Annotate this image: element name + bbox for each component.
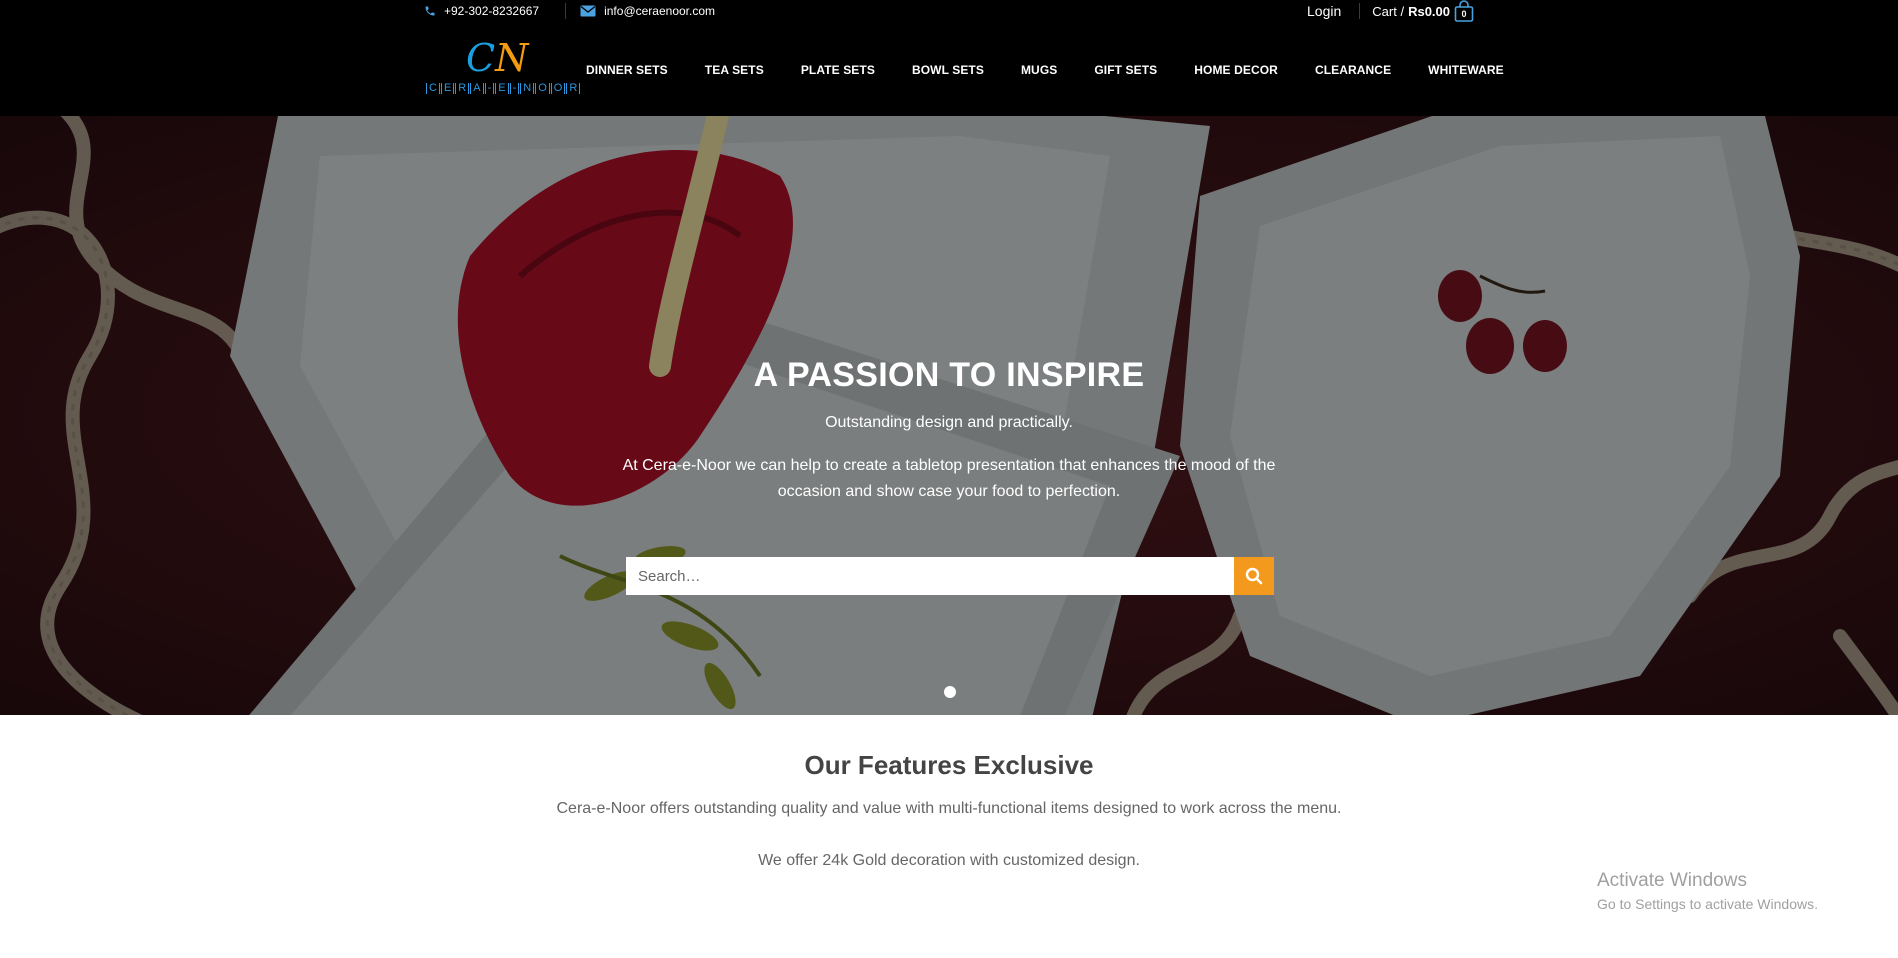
main-nav: DINNER SETS TEA SETS PLATE SETS BOWL SET… (586, 63, 1504, 77)
nav-item-gift-sets[interactable]: GIFT SETS (1094, 63, 1157, 77)
site-logo[interactable]: CN C E R A - E - N O O R (426, 38, 581, 102)
phone-number: +92-302-8232667 (444, 4, 540, 18)
cart-label: Cart / (1372, 3, 1405, 19)
hero-description: At Cera-e-Noor we can help to create a t… (622, 457, 1276, 500)
email-address: info@ceraenoor.com (604, 4, 715, 18)
search-icon (1245, 567, 1263, 585)
nav-item-dinner-sets[interactable]: DINNER SETS (586, 63, 668, 77)
features-description: Cera-e-Noor offers outstanding quality a… (556, 800, 1342, 817)
cart-total: Rs0.00 (1408, 3, 1450, 19)
watermark-subtitle: Go to Settings to activate Windows. (1597, 896, 1818, 912)
account-bar: Login Cart / Rs0.00 0 (1307, 0, 1474, 22)
email-contact[interactable]: info@ceraenoor.com (580, 4, 715, 18)
logo-mark: CN (466, 38, 528, 78)
cart-bag-icon: 0 (1454, 0, 1474, 22)
nav-item-whiteware[interactable]: WHITEWARE (1428, 63, 1504, 77)
logo-letter: C (426, 83, 440, 94)
nav-item-mugs[interactable]: MUGS (1021, 63, 1057, 77)
hero-subtitle: Outstanding design and practically. (825, 414, 1073, 431)
logo-letter: R (455, 83, 470, 94)
nav-item-tea-sets[interactable]: TEA SETS (705, 63, 764, 77)
login-link[interactable]: Login (1307, 3, 1341, 19)
windows-activation-watermark: Activate Windows Go to Settings to activ… (1597, 870, 1818, 912)
search-input[interactable] (626, 557, 1234, 595)
hero-title: A PASSION TO INSPIRE (753, 356, 1145, 394)
cart-link[interactable]: Cart / Rs0.00 0 (1372, 0, 1474, 22)
features-gold-note: We offer 24k Gold decoration with custom… (758, 852, 1140, 869)
logo-wordmark: C E R A - E - N O O R (426, 83, 581, 94)
logo-letter: - (509, 83, 520, 94)
phone-icon (425, 6, 435, 16)
logo-letter: O (535, 83, 550, 94)
nav-item-clearance[interactable]: CLEARANCE (1315, 63, 1391, 77)
search-button[interactable] (1234, 557, 1274, 595)
logo-letter: A (470, 83, 484, 94)
features-title: Our Features Exclusive (804, 750, 1094, 780)
nav-item-plate-sets[interactable]: PLATE SETS (801, 63, 875, 77)
divider (1359, 3, 1361, 19)
nav-item-home-decor[interactable]: HOME DECOR (1194, 63, 1278, 77)
hero-content: A PASSION TO INSPIRE Outstanding design … (0, 116, 1898, 715)
site-header: +92-302-8232667 info@ceraenoor.com Login… (0, 0, 1898, 116)
phone-contact[interactable]: +92-302-8232667 (424, 4, 539, 18)
logo-mark-c: C (466, 36, 496, 80)
cart-count: 0 (1461, 9, 1467, 19)
product-search (626, 557, 1274, 595)
logo-letter: O (550, 83, 566, 94)
logo-mark-n: N (495, 36, 529, 80)
logo-letter: E (495, 83, 509, 94)
slider-dot[interactable] (944, 686, 956, 698)
logo-letter: - (484, 83, 495, 94)
logo-letter: E (440, 83, 455, 94)
contact-bar: +92-302-8232667 info@ceraenoor.com (424, 0, 715, 22)
logo-letter: R (566, 83, 581, 94)
logo-letter: N (520, 83, 535, 94)
divider (565, 3, 567, 19)
watermark-title: Activate Windows (1597, 870, 1747, 891)
nav-item-bowl-sets[interactable]: BOWL SETS (912, 63, 984, 77)
mail-icon (580, 5, 596, 17)
hero-banner: A PASSION TO INSPIRE Outstanding design … (0, 116, 1898, 715)
